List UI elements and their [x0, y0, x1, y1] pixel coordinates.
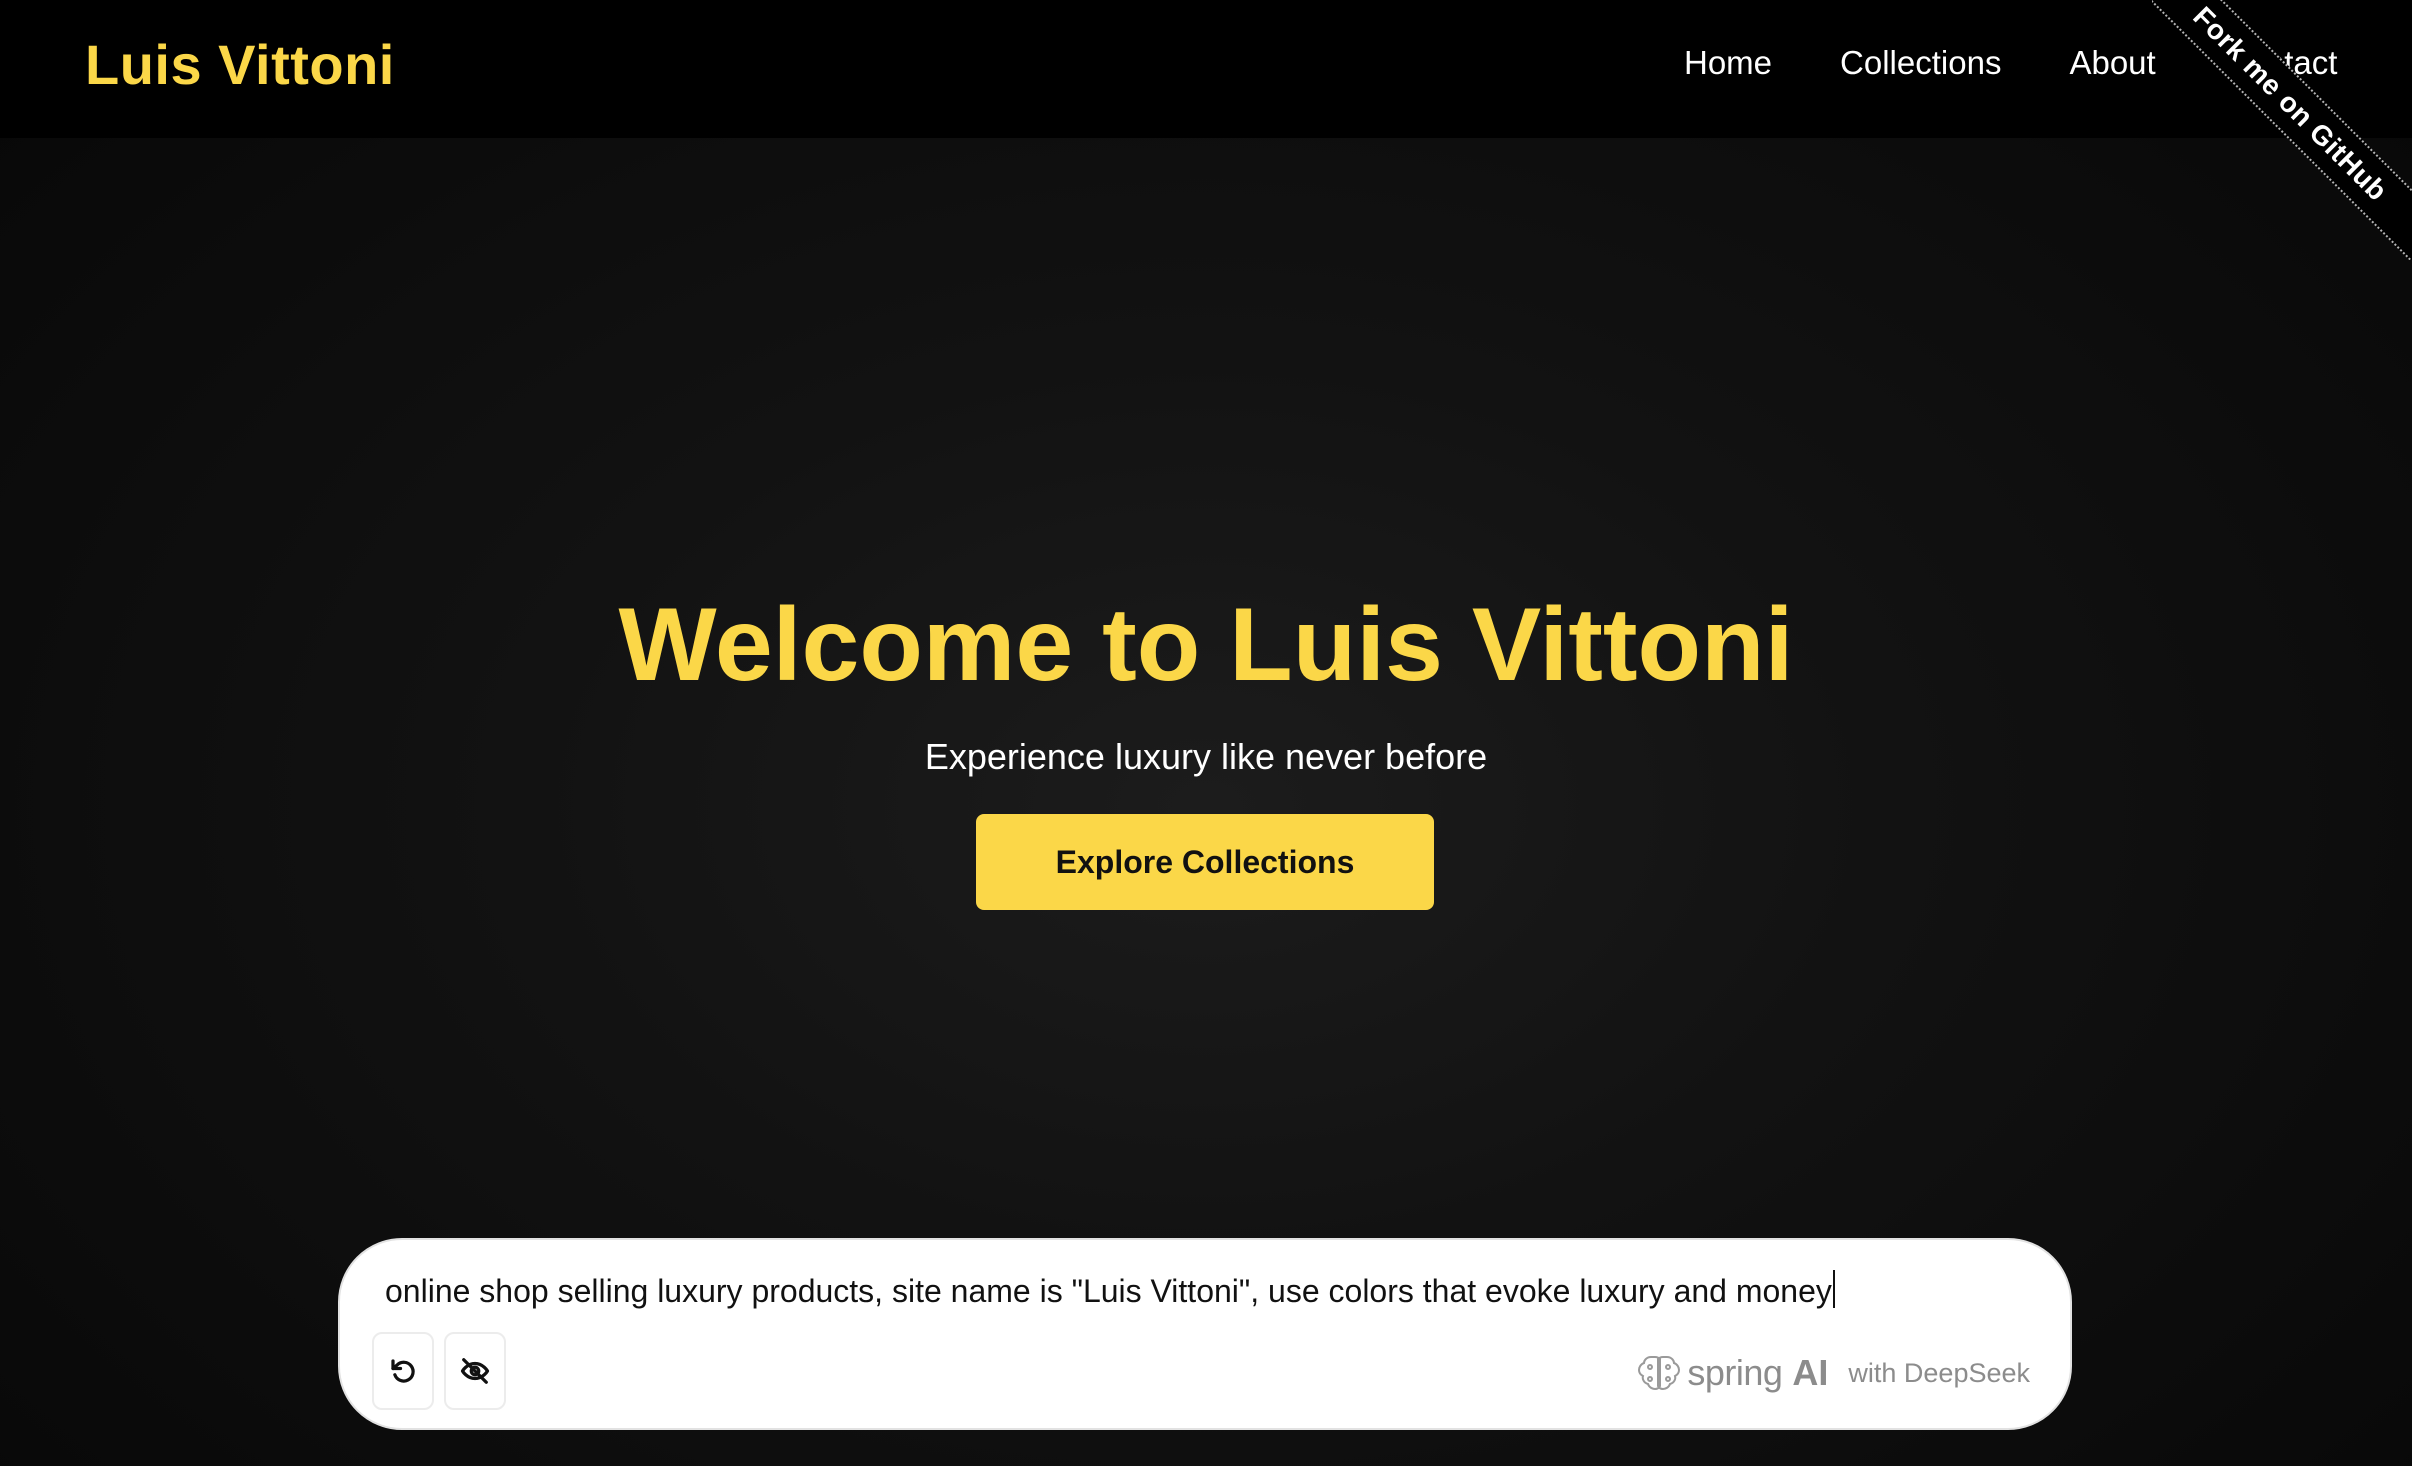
hero-subtitle: Experience luxury like never before — [924, 736, 1488, 777]
rotate-ccw-icon — [391, 1359, 415, 1383]
hide-button[interactable] — [444, 1332, 506, 1410]
nav-about[interactable]: About — [2069, 44, 2155, 82]
prompt-input-value: online shop selling luxury products, sit… — [385, 1273, 1832, 1309]
text-caret — [1832, 1270, 1835, 1308]
hero-title: Welcome to Luis Vittoni — [618, 587, 1794, 703]
prompt-box: online shop selling luxury products, sit… — [338, 1238, 2072, 1430]
eye-off-icon — [460, 1358, 490, 1384]
with-deepseek-label: with DeepSeek — [1848, 1357, 2030, 1388]
powered-by: spring AI with DeepSeek — [1637, 1352, 2030, 1394]
spring-ai-logo: spring AI — [1637, 1352, 1828, 1394]
site-header: Luis Vittoni Home Collections About Cont… — [0, 0, 2412, 138]
hero-section: Welcome to Luis Vittoni Experience luxur… — [0, 138, 2412, 1238]
brain-icon — [1638, 1356, 1681, 1391]
brand-logo[interactable]: Luis Vittoni — [85, 32, 395, 97]
spring-wordmark: spring — [1687, 1352, 1783, 1393]
ai-wordmark: AI — [1792, 1352, 1829, 1393]
reset-button[interactable] — [372, 1332, 434, 1410]
nav-home[interactable]: Home — [1684, 44, 1772, 82]
page: Luis Vittoni Home Collections About Cont… — [0, 0, 2412, 1466]
prompt-input[interactable]: online shop selling luxury products, sit… — [385, 1270, 2025, 1320]
explore-collections-button[interactable]: Explore Collections — [976, 814, 1434, 910]
nav-collections[interactable]: Collections — [1840, 44, 2001, 82]
